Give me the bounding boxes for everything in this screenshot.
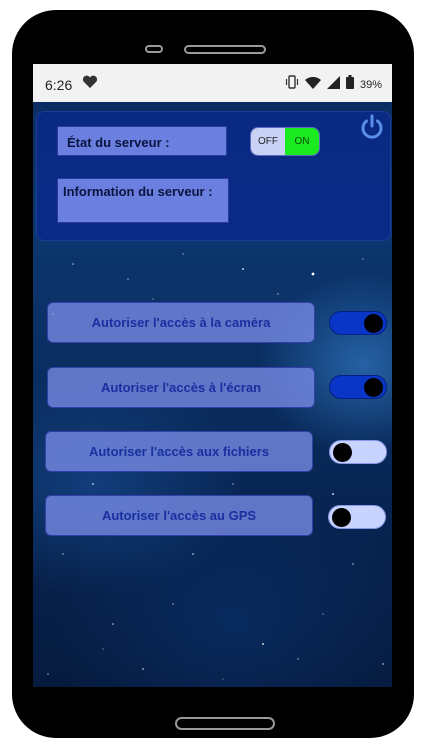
wifi-icon xyxy=(304,76,321,94)
power-icon[interactable] xyxy=(358,113,386,141)
toggle-off-segment[interactable]: OFF xyxy=(251,128,285,155)
signal-icon xyxy=(326,75,340,94)
front-camera xyxy=(145,45,163,53)
battery-icon xyxy=(345,75,354,94)
server-on-off-toggle[interactable]: OFF ON xyxy=(250,127,320,156)
app-screen: 6:26 39% État du serveur : OFF ON Inform… xyxy=(33,64,392,687)
battery-percent: 39% xyxy=(359,78,382,91)
server-state-label: État du serveur : xyxy=(57,126,227,156)
server-panel: État du serveur : OFF ON Information du … xyxy=(36,111,391,241)
earpiece-speaker xyxy=(184,45,266,54)
screen-access-switch[interactable] xyxy=(329,375,387,399)
heart-icon xyxy=(82,75,98,94)
gps-access-button[interactable]: Autoriser l'accès au GPS xyxy=(45,495,313,536)
screen-access-button[interactable]: Autoriser l'accès à l'écran xyxy=(47,367,315,408)
toggle-on-segment[interactable]: ON xyxy=(285,128,319,155)
server-info-label: Information du serveur : xyxy=(57,178,229,223)
switch-knob xyxy=(364,378,383,397)
status-time: 6:26 xyxy=(45,77,73,93)
home-button[interactable] xyxy=(175,717,275,730)
switch-knob xyxy=(333,443,352,462)
switch-knob xyxy=(364,314,383,333)
status-bar: 6:26 39% xyxy=(33,64,392,102)
camera-access-button[interactable]: Autoriser l'accès à la caméra xyxy=(47,302,315,343)
camera-access-switch[interactable] xyxy=(329,311,387,335)
files-access-switch[interactable] xyxy=(329,440,387,464)
vibrate-icon xyxy=(285,75,299,94)
gps-access-switch[interactable] xyxy=(328,505,386,529)
switch-knob xyxy=(332,508,351,527)
files-access-button[interactable]: Autoriser l'accès aux fichiers xyxy=(45,431,313,472)
